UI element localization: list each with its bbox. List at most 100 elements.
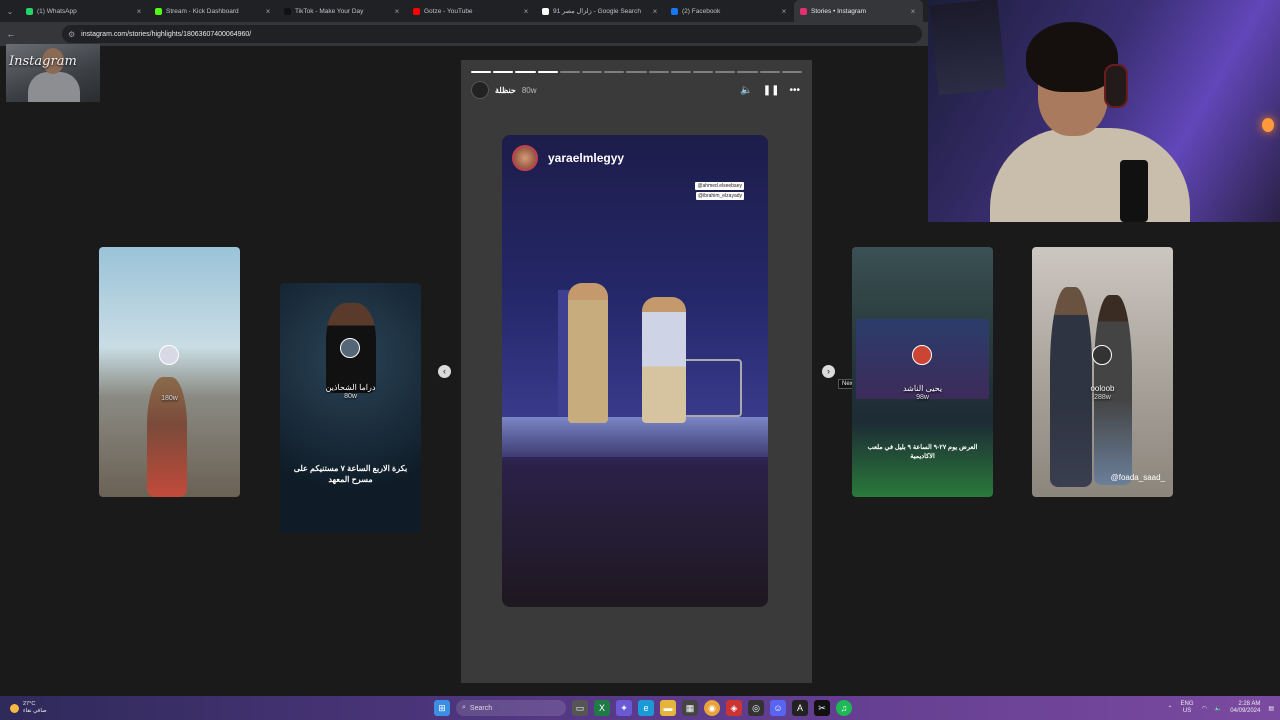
weather-desc: صافي نقاء: [23, 708, 47, 714]
weather-widget[interactable]: 27°C صافي نقاء: [10, 701, 47, 715]
edge-icon[interactable]: e: [638, 700, 654, 716]
taskbar-search[interactable]: ⌕ Search: [456, 700, 566, 716]
tab-close-icon[interactable]: ×: [651, 7, 659, 16]
language-indicator[interactable]: ENG US: [1181, 701, 1194, 715]
previous-story-button[interactable]: ‹: [438, 365, 451, 378]
browser-tab[interactable]: Stories • Instagram ×: [794, 0, 923, 22]
start-icon[interactable]: ⊞: [434, 700, 450, 716]
site-info-icon[interactable]: ⚙: [68, 30, 75, 39]
copilot-icon[interactable]: ✦: [616, 700, 632, 716]
mention-sticker[interactable]: @ahmed.elseebaey: [695, 182, 744, 190]
person-shirt: [990, 128, 1190, 222]
tab-title: (2) Facebook: [682, 7, 721, 15]
volume-tray-icon[interactable]: 🔈: [1215, 705, 1222, 712]
stage-floor: [502, 417, 768, 457]
app-icon[interactable]: ◈: [726, 700, 742, 716]
system-tray: ⌃ ENG US ◠ 🔈 2:28 AM 04/09/2024 ▤: [1168, 696, 1274, 720]
progress-segment: [781, 71, 803, 73]
progress-segment: [737, 71, 758, 73]
browser-tab[interactable]: Gotze - YouTube ×: [407, 0, 536, 22]
tab-favicon-icon: [155, 7, 162, 15]
tab-favicon-icon: [284, 7, 291, 15]
story-card-prev-1[interactable]: دراما الشحاذين 80w بكرة الاربع الساعة ٧ …: [280, 283, 421, 533]
story-media[interactable]: yaraelmlegyy @ahmed.elseebaey @ibrahim_e…: [502, 135, 768, 607]
tab-title: Gotze - YouTube: [424, 7, 473, 15]
microphone-icon: [1120, 160, 1148, 222]
story-label: دراما الشحاذين: [325, 383, 376, 392]
progress-segment: [648, 71, 669, 73]
chrome-icon[interactable]: ◉: [704, 700, 720, 716]
owner-username[interactable]: حنظلة: [495, 86, 516, 95]
file-explorer-icon[interactable]: ▬: [660, 700, 676, 716]
tab-close-icon[interactable]: ×: [909, 7, 917, 16]
tab-favicon-icon: [542, 7, 549, 15]
story-controls: 🔈 ❚❚ •••: [740, 85, 800, 96]
wall-poster: [929, 0, 1007, 96]
webcam-overlay-streamer: [928, 0, 1280, 222]
story-progress-bar: [471, 71, 803, 73]
story-header: حنظلة 80w 🔈 ❚❚ •••: [471, 81, 800, 99]
browser-tab[interactable]: (2) Facebook ×: [665, 0, 794, 22]
person-body: [28, 72, 80, 102]
tab-title: Stream - Kick Dashboard: [166, 7, 239, 15]
task-view-icon[interactable]: ▭: [572, 700, 588, 716]
browser-tab-bar: ⌄ (1) WhatsApp × Stream - Kick Dashboard × T…: [0, 0, 928, 22]
tab-title: زلزال مصر 91 - Google Search: [553, 8, 641, 15]
tab-search-icon[interactable]: ⌄: [0, 0, 20, 22]
sun-icon: [10, 703, 19, 713]
tab-close-icon[interactable]: ×: [393, 7, 401, 16]
story-age: 98w: [916, 394, 929, 401]
story-caption: بكرة الاربع الساعة ٧ مستنيكم على مسرح ال…: [293, 464, 408, 484]
tab-close-icon[interactable]: ×: [135, 7, 143, 16]
story-label: يحيى الناشد: [902, 384, 943, 393]
obs-icon[interactable]: ◎: [748, 700, 764, 716]
story-timestamp: 80w: [521, 85, 537, 95]
capcut-icon[interactable]: ✂: [814, 700, 830, 716]
lang-region: US: [1182, 708, 1192, 714]
headset-icon: [1104, 64, 1128, 108]
highlight-avatar: [340, 338, 360, 358]
more-options-icon[interactable]: •••: [789, 85, 800, 96]
notifications-icon[interactable]: ▤: [1268, 705, 1274, 712]
progress-segment: [471, 71, 492, 73]
spotify-icon[interactable]: ♫: [836, 700, 852, 716]
story-card-next-1[interactable]: يحيى الناشد 98w العرض يوم ٢٧-٩ الساعة ٩ …: [852, 247, 993, 497]
highlight-avatar: [159, 345, 179, 365]
tab-favicon-icon: [413, 7, 420, 15]
highlight-avatar: [1092, 345, 1112, 365]
browser-tab[interactable]: TikTok - Make Your Day ×: [278, 0, 407, 22]
mention-sticker[interactable]: @ibrahim_elzayady: [696, 192, 744, 200]
next-story-button[interactable]: ›: [822, 365, 835, 378]
weather-temp: 27°C: [23, 701, 36, 707]
search-icon: ⌕: [462, 704, 466, 711]
browser-tab[interactable]: (1) WhatsApp ×: [20, 0, 149, 22]
excel-icon[interactable]: X: [594, 700, 610, 716]
actor-figure: [642, 297, 686, 423]
tray-overflow-icon[interactable]: ⌃: [1168, 705, 1173, 712]
search-placeholder: Search: [469, 704, 493, 712]
pause-icon[interactable]: ❚❚: [763, 85, 780, 96]
browser-tab[interactable]: Stream - Kick Dashboard ×: [149, 0, 278, 22]
story-card-prev-2[interactable]: 180w: [99, 247, 240, 497]
volume-icon[interactable]: 🔈: [740, 85, 752, 96]
tab-close-icon[interactable]: ×: [780, 7, 788, 16]
browser-tab[interactable]: زلزال مصر 91 - Google Search ×: [536, 0, 665, 22]
clock-time: 2:28 AM: [1238, 701, 1261, 707]
taskbar: 27°C صافي نقاء ⊞ ⌕ Search ▭ X ✦ e ▬ ▦ ◉ …: [0, 696, 1280, 720]
wifi-icon[interactable]: ◠: [1202, 705, 1207, 712]
text-editor-icon[interactable]: A: [792, 700, 808, 716]
tab-close-icon[interactable]: ×: [264, 7, 272, 16]
webcam-overlay-small: Instagram: [6, 44, 100, 102]
url-field[interactable]: ⚙ instagram.com/stories/highlights/18063…: [62, 25, 922, 43]
reposted-user: yaraelmlegyy: [512, 145, 624, 171]
back-icon[interactable]: ←: [4, 29, 18, 39]
progress-segment: [604, 71, 625, 73]
discord-icon[interactable]: ☺: [770, 700, 786, 716]
story-label: ooloob: [1090, 384, 1115, 393]
tab-close-icon[interactable]: ×: [522, 7, 530, 16]
owner-avatar[interactable]: [471, 81, 489, 99]
story-card-next-2[interactable]: ooloob 288w @foada_saad_: [1032, 247, 1173, 497]
story-caption: @foada_saad_: [1110, 473, 1165, 482]
clock[interactable]: 2:28 AM 04/09/2024: [1230, 701, 1260, 715]
store-icon[interactable]: ▦: [682, 700, 698, 716]
